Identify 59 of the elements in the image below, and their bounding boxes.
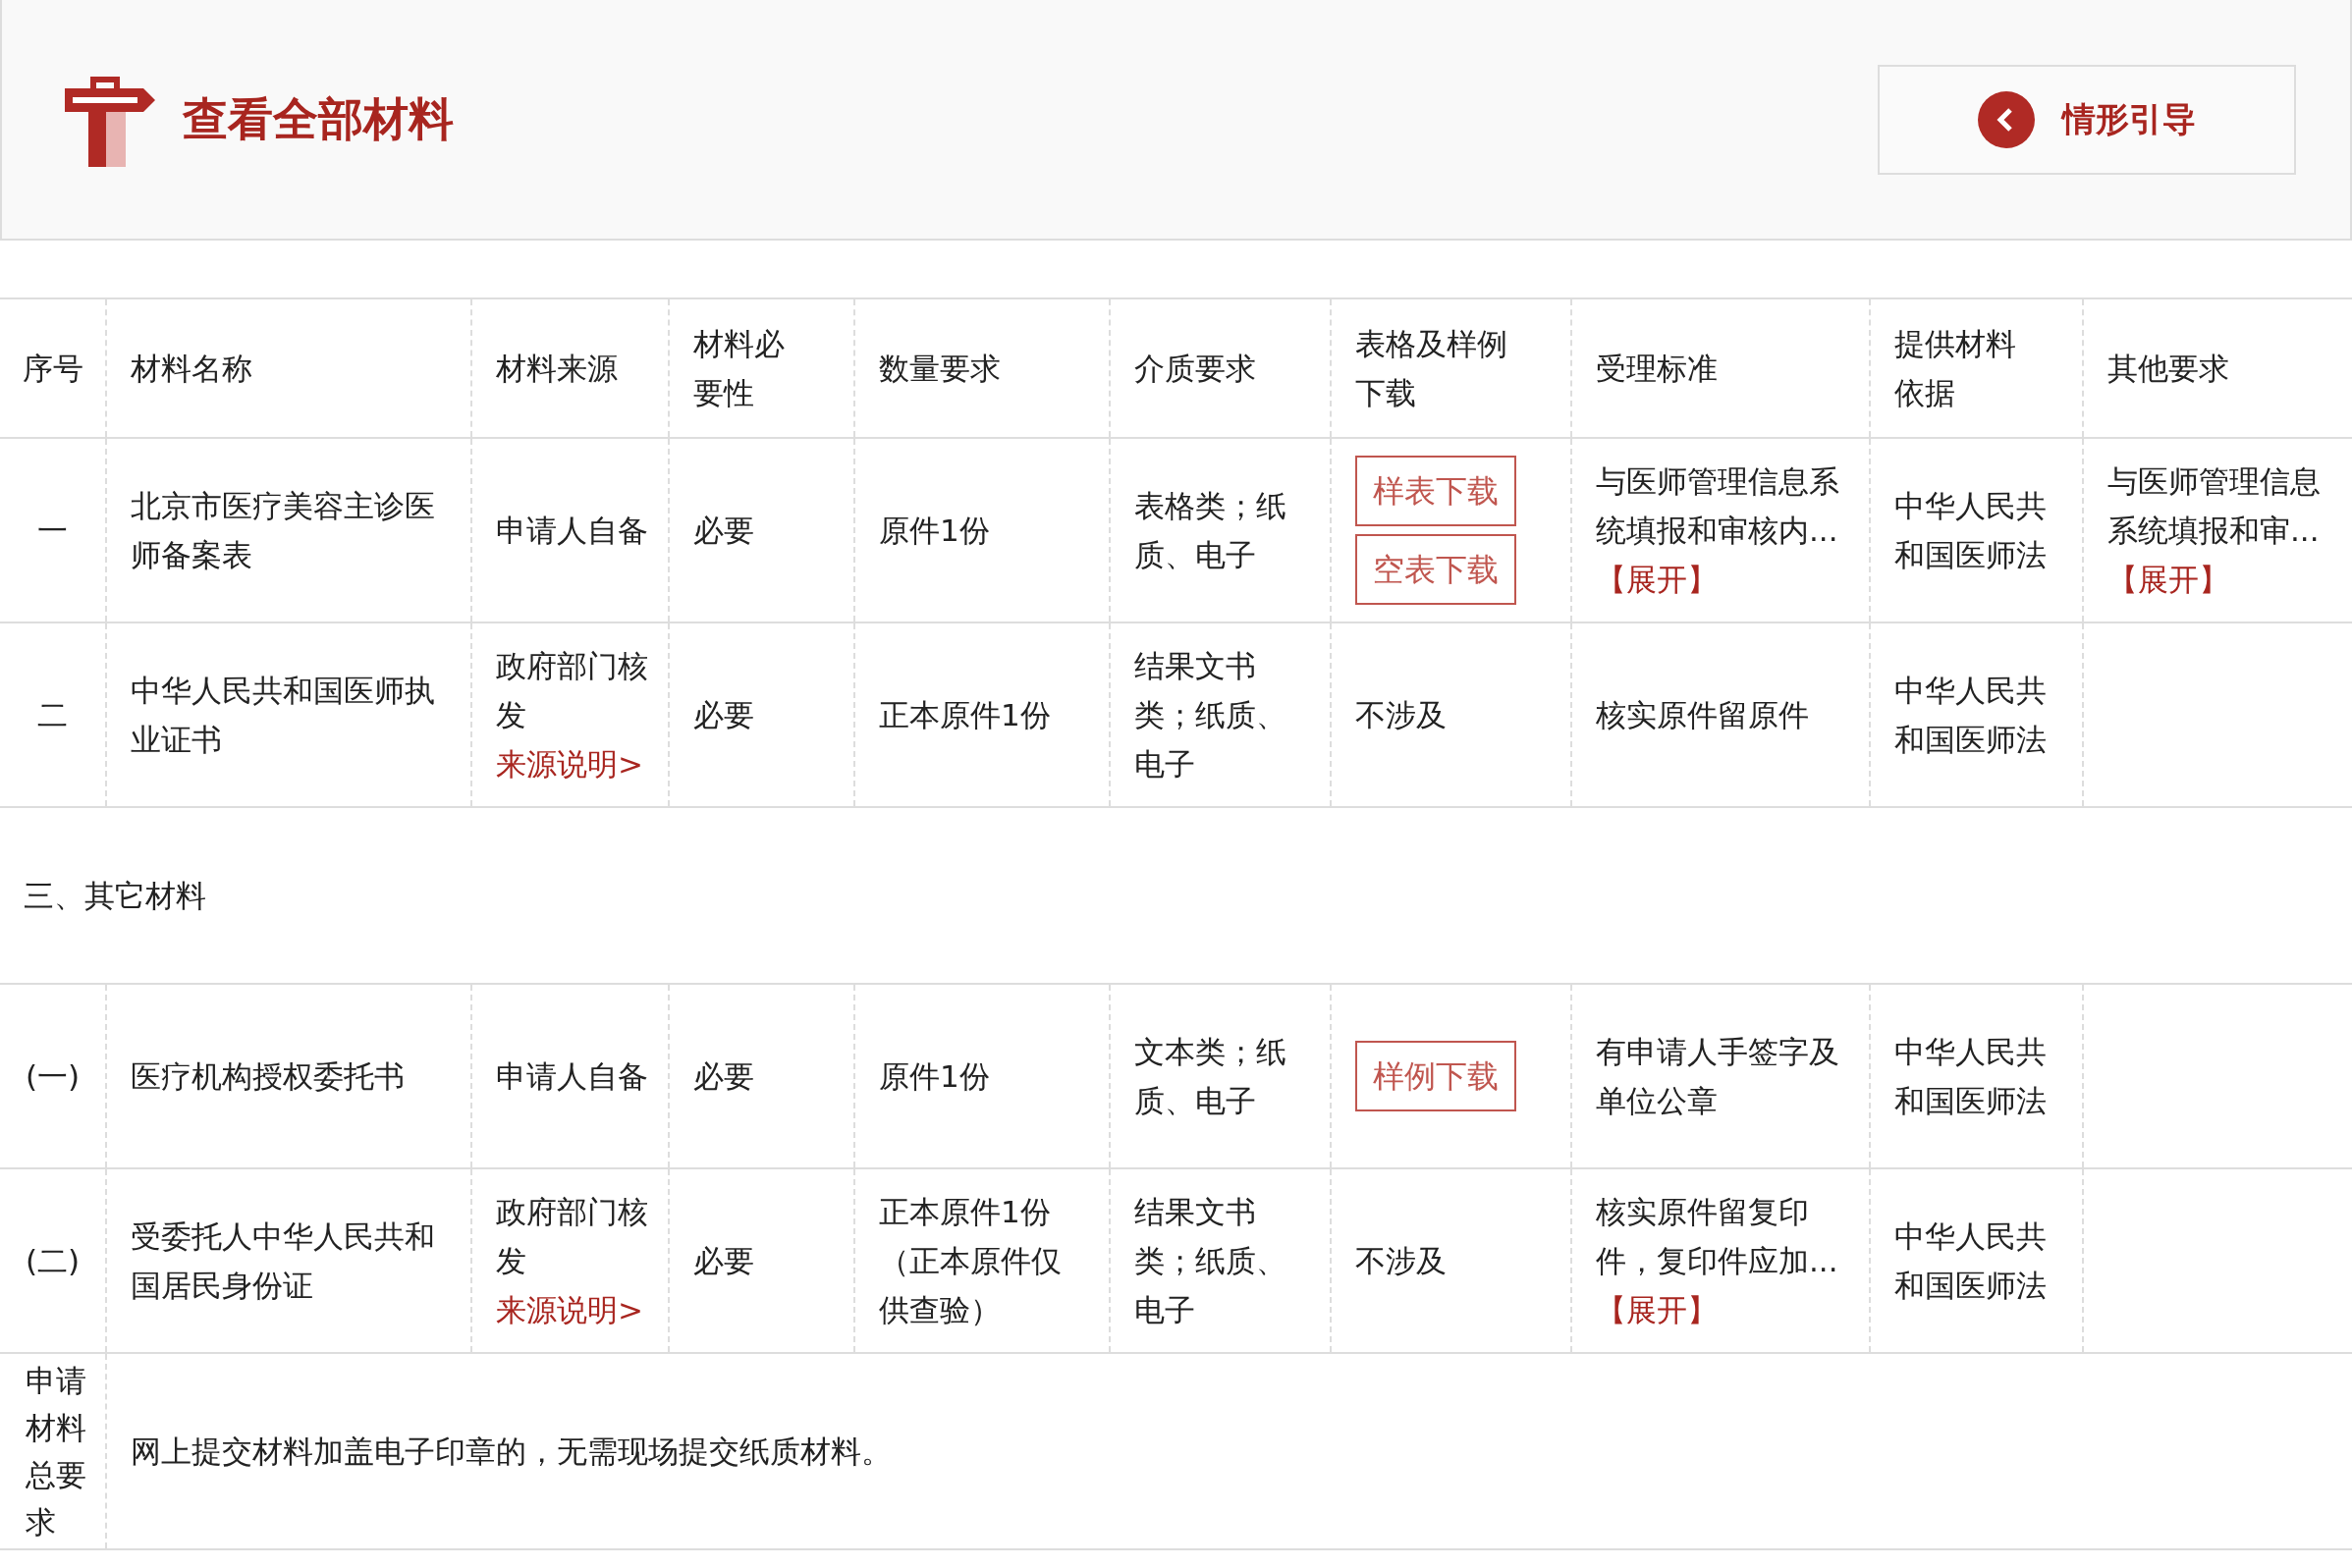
table-cell-text: 核实原件留复印件，复印件应加... <box>1596 1193 1839 1280</box>
section-title: 三、其它材料 <box>24 877 207 915</box>
table-cell-text: 政府部门核发 <box>496 1193 649 1280</box>
table-cell-text: 正本原件1份（正本原件仅供查验） <box>879 1193 1063 1329</box>
material-name: 中华人民共和国医师执业证书 <box>131 672 436 759</box>
source-link[interactable]: 来源说明> <box>496 1285 643 1334</box>
column-header: 表格及样例下载 <box>1355 325 1508 412</box>
table-cell-text: 原件1份 <box>879 512 991 550</box>
row-number: (二) <box>24 1242 82 1280</box>
column-header: 其他要求 <box>2107 350 2230 388</box>
summary-label: 申请材料总要求 <box>26 1362 87 1541</box>
table-cell-text: 政府部门核发 <box>496 647 649 734</box>
column-header: 介质要求 <box>1134 350 1257 388</box>
table-cell-text: 结果文书类；纸质、电子 <box>1134 1193 1287 1329</box>
summary-text: 网上提交材料加盖电子印章的，无需现场提交纸质材料。 <box>131 1433 893 1471</box>
row-number: (一) <box>24 1057 82 1096</box>
column-header: 材料必要性 <box>693 325 786 412</box>
guide-button[interactable]: 情形引导 <box>1878 64 2296 175</box>
table-cell-text: 不涉及 <box>1355 696 1448 734</box>
table-cell-text: 结果文书类；纸质、电子 <box>1134 647 1287 784</box>
table-cell-text: 中华人民共和国医师法 <box>1894 487 2048 574</box>
table-cell-text: 与医师管理信息系统填报和审核内... <box>1596 462 1840 550</box>
download-button[interactable]: 样例下载 <box>1355 1041 1516 1111</box>
page-title: 查看全部材料 <box>183 90 454 147</box>
table-cell-text: 正本原件1份 <box>879 696 1052 734</box>
table-cell-text: 必要 <box>693 696 755 734</box>
row-number: 二 <box>36 696 69 734</box>
expand-link[interactable]: 【展开】 <box>2107 555 2229 604</box>
expand-link[interactable]: 【展开】 <box>1596 1285 1718 1334</box>
table-cell-text: 中华人民共和国医师法 <box>1894 1033 2048 1120</box>
column-header: 受理标准 <box>1596 350 1719 388</box>
table-cell-text: 不涉及 <box>1355 1242 1448 1280</box>
back-icon <box>1978 90 2035 148</box>
table-cell-text: 中华人民共和国医师法 <box>1894 672 2048 759</box>
expand-link[interactable]: 【展开】 <box>1596 555 1718 604</box>
table-cell-text: 表格类；纸质、电子 <box>1134 487 1287 574</box>
table-cell-text: 原件1份 <box>879 1057 991 1096</box>
material-name: 北京市医疗美容主诊医师备案表 <box>131 487 436 574</box>
table-cell-text: 有申请人手签字及单位公章 <box>1596 1033 1840 1120</box>
table-cell-text: 文本类；纸质、电子 <box>1134 1033 1287 1120</box>
table-cell-text: 与医师管理信息系统填报和审... <box>2107 462 2322 550</box>
table-cell-text: 必要 <box>693 1057 755 1096</box>
table-cell-text: 申请人自备 <box>496 512 649 550</box>
table-cell-text: 必要 <box>693 512 755 550</box>
download-button[interactable]: 样表下载 <box>1355 456 1516 526</box>
source-link[interactable]: 来源说明> <box>496 739 643 788</box>
table-cell-text: 中华人民共和国医师法 <box>1894 1217 2048 1305</box>
download-button[interactable]: 空表下载 <box>1355 534 1516 605</box>
column-header: 数量要求 <box>879 350 1002 388</box>
row-number: 一 <box>36 512 69 550</box>
table-cell-text: 申请人自备 <box>496 1057 649 1096</box>
column-header: 材料名称 <box>131 350 253 388</box>
column-header: 序号 <box>21 350 84 388</box>
material-name: 受委托人中华人民共和国居民身份证 <box>131 1217 436 1305</box>
table-cell-text: 必要 <box>693 1242 755 1280</box>
column-header: 材料来源 <box>496 350 619 388</box>
column-header: 提供材料依据 <box>1894 325 2017 412</box>
material-name: 医疗机构授权委托书 <box>131 1057 406 1096</box>
table-cell-text: 核实原件留原件 <box>1596 696 1810 734</box>
